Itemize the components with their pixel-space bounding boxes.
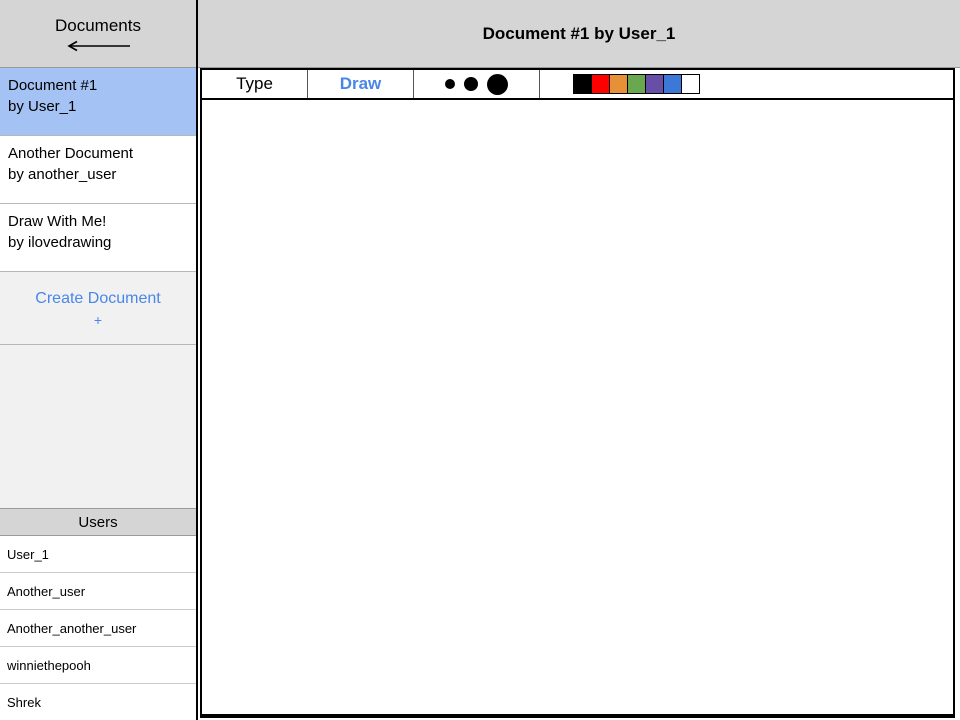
color-palette-container	[540, 70, 953, 98]
plus-icon: +	[93, 312, 103, 328]
documents-panel-title: Documents	[55, 15, 141, 35]
document-list-item-3[interactable]: Draw With Me! by ilovedrawing	[0, 204, 196, 272]
user-name: Another_user	[7, 583, 86, 599]
color-swatch-white[interactable]	[682, 75, 699, 93]
color-swatch-black[interactable]	[574, 75, 592, 93]
main-area: Document #1 by User_1 Type Draw	[198, 0, 960, 720]
color-swatch-purple[interactable]	[646, 75, 664, 93]
user-name: Shrek	[7, 694, 41, 710]
tab-draw-label: Draw	[339, 74, 382, 93]
sidebar: Documents Document #1 by User_1 Another …	[0, 0, 198, 720]
brush-size-small-icon[interactable]	[445, 79, 455, 89]
tab-draw[interactable]: Draw	[308, 70, 414, 98]
document-author: by User_1	[8, 98, 77, 115]
document-author: by another_user	[8, 166, 117, 183]
color-palette	[573, 74, 700, 94]
user-name: winniethepooh	[7, 657, 91, 673]
documents-empty-area	[0, 345, 196, 509]
user-list-item[interactable]: winniethepooh	[0, 647, 196, 684]
user-name: User_1	[7, 546, 49, 562]
create-document-label: Create Document	[35, 290, 161, 307]
drawing-canvas[interactable]	[200, 100, 955, 718]
drawing-toolbar: Type Draw	[200, 68, 955, 100]
brush-size-group	[414, 70, 540, 98]
document-title: Another Document	[8, 145, 134, 162]
user-list-item[interactable]: User_1	[0, 536, 196, 573]
color-swatch-green[interactable]	[628, 75, 646, 93]
users-panel-title: Users	[78, 513, 118, 531]
user-list-item[interactable]: Another_another_user	[0, 610, 196, 647]
documents-panel-header: Documents	[0, 0, 196, 68]
document-list-item-2[interactable]: Another Document by another_user	[0, 136, 196, 204]
brush-size-medium-icon[interactable]	[464, 77, 478, 91]
color-swatch-red[interactable]	[592, 75, 610, 93]
tab-type-label: Type	[236, 74, 273, 93]
brush-size-large-icon[interactable]	[487, 73, 508, 95]
user-list-item[interactable]: Shrek	[0, 684, 196, 720]
document-title: Draw With Me!	[8, 213, 107, 230]
users-panel-header: Users	[0, 509, 196, 536]
document-list-item-1[interactable]: Document #1 by User_1	[0, 68, 196, 136]
color-swatch-orange[interactable]	[610, 75, 628, 93]
tab-type[interactable]: Type	[202, 70, 308, 98]
document-title: Document #1	[8, 77, 98, 94]
user-list-item[interactable]: Another_user	[0, 573, 196, 610]
document-author: by ilovedrawing	[8, 234, 112, 251]
color-swatch-blue[interactable]	[664, 75, 682, 93]
document-title-bar: Document #1 by User_1	[198, 0, 960, 68]
arrow-left-icon[interactable]	[64, 40, 132, 52]
create-document-button[interactable]: Create Document +	[0, 272, 196, 345]
page-title: Document #1 by User_1	[482, 23, 676, 43]
app-root: Documents Document #1 by User_1 Another …	[0, 0, 960, 720]
user-name: Another_another_user	[7, 620, 137, 636]
